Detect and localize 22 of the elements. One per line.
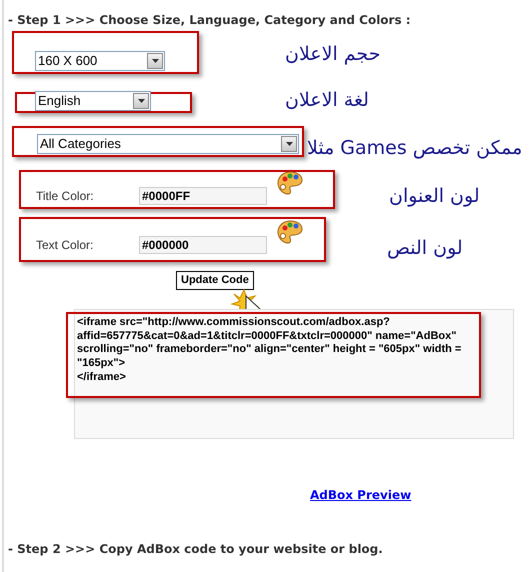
step-heading: - Step 1 >>> Choose Size, Language, Category and Colors : [8, 12, 411, 29]
annotation-text: لون النص [387, 236, 463, 261]
field-label: Title Color: [36, 188, 95, 205]
caret-icon [152, 59, 158, 63]
update-code-button[interactable]: Update Code [176, 271, 254, 290]
caret-icon [138, 99, 144, 103]
dropdown-field[interactable]: 160 X 600 [35, 51, 165, 71]
step-heading: - Step 2 >>> Copy AdBox code to your website or blog. [8, 541, 383, 558]
field-label: Text Color: [36, 237, 94, 254]
color-input-field[interactable]: #000000 [139, 236, 267, 254]
annotation-text: حجم الاعلان [285, 42, 380, 67]
code-text: <iframe src="http://www.commissionscout.com/adbox.asp? affid=657775&cat=0&ad=1&titclr=0000FF&txtclr=000000" name="AdBox" scrolling="no" frameborder="no" align="center" height = "605px" width = "165px"> </iframe> [77, 316, 462, 385]
preview-link[interactable]: AdBox Preview [310, 486, 412, 504]
dropdown-field[interactable]: All Categories [37, 134, 299, 154]
caret-icon [286, 142, 292, 146]
dropdown-field[interactable]: English [35, 91, 151, 111]
palette-icon[interactable] [277, 170, 303, 196]
annotation-text: لغة الاعلان [285, 88, 369, 113]
color-input-field[interactable]: #0000FF [139, 187, 267, 205]
palette-icon[interactable] [277, 219, 303, 245]
annotation-text: ممكن تخصص Games مثلا [307, 136, 522, 161]
annotation-text: لون العنوان [389, 184, 480, 209]
